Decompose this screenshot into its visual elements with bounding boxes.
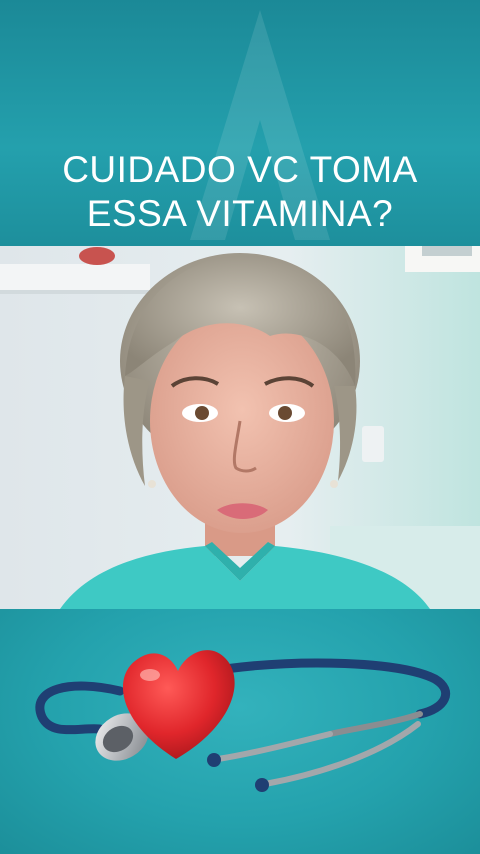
presenter-illustration: [0, 246, 480, 609]
stethoscope-heart-panel: [0, 609, 480, 854]
presenter-video-frame: [0, 246, 480, 609]
headline-line-2: ESSA VITAMINA?: [86, 193, 394, 234]
headline-text: CUIDADO VC TOMA ESSA VITAMINA?: [0, 148, 480, 236]
stethoscope-icon: [35, 658, 451, 792]
headline-banner: CUIDADO VC TOMA ESSA VITAMINA?: [0, 0, 480, 246]
shelf-decor: [79, 247, 115, 265]
headline-line-1: CUIDADO VC TOMA: [62, 149, 418, 190]
